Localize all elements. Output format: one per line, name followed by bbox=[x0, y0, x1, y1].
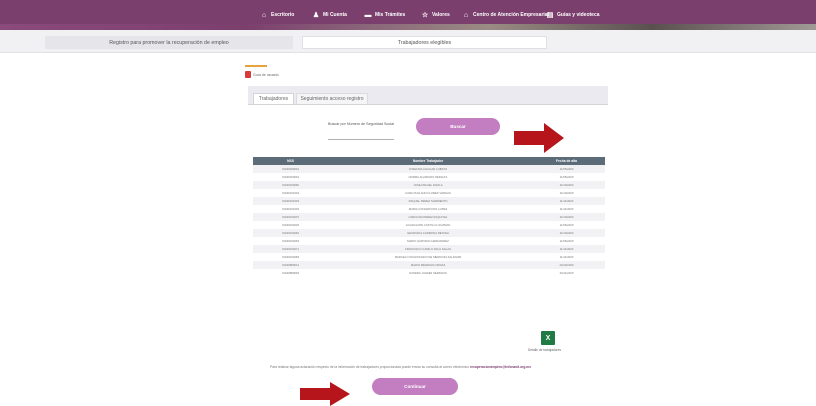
table-header: NSS Nombre Trabajador Fecha de alta bbox=[253, 157, 605, 165]
table-row: 01049180010 JOSEFINA AGUILAR LOBATO 11/05/… bbox=[253, 165, 605, 173]
nav-item-valores[interactable]: ☆ Valores bbox=[421, 9, 450, 21]
disclaimer-text: Para realizar alguna aclaración respecto… bbox=[270, 365, 532, 369]
table-row: 01049150091 NORMA ALVARADO PERALTA 11/05/2… bbox=[253, 173, 605, 181]
home-icon: ⌂ bbox=[261, 11, 267, 19]
table-row: 01049150133 RAQUEL PEREZ SARMIENTO 11/11/2… bbox=[253, 197, 605, 205]
sub-navigation: Registro para promover la recuperación d… bbox=[0, 30, 816, 53]
cell-nss: 01049150134 bbox=[281, 191, 300, 195]
cell-nss: 01049150207 bbox=[281, 215, 300, 219]
nss-search-input[interactable] bbox=[328, 132, 394, 140]
header-nss[interactable]: NSS bbox=[253, 159, 328, 163]
table-row: 01049150146 MARIA CONCEPCION LOPEZ 11/11/2… bbox=[253, 205, 605, 213]
cell-fecha: 11/11/2020 bbox=[559, 247, 574, 251]
cell-fecha: 20/11/2020 bbox=[559, 271, 574, 275]
contact-email-link[interactable]: recuperacionempleo@infonavit.org.mx bbox=[470, 365, 531, 369]
cell-nss: 01049180010 bbox=[281, 167, 300, 171]
cell-nombre: FRANCISCO CAMILO RAUL SALAS bbox=[405, 247, 451, 251]
tab-trabajadores[interactable]: Trabajadores bbox=[253, 93, 294, 104]
cell-nombre: CAROLINA PEREZ ESQUIVEL bbox=[408, 215, 448, 219]
nav-item-centro-atencion[interactable]: ⌂ Centro de Atención Empresarial bbox=[462, 9, 549, 21]
cell-fecha: 11/11/2020 bbox=[559, 207, 574, 211]
star-icon: ☆ bbox=[421, 11, 429, 19]
cell-fecha: 11/10/2020 bbox=[559, 183, 574, 187]
cell-nombre: NORMA ALVARADO PERALTA bbox=[408, 175, 448, 179]
cell-fecha: 11/10/2020 bbox=[559, 215, 574, 219]
cell-fecha: 11/05/2020 bbox=[559, 167, 574, 171]
excel-icon[interactable]: X bbox=[541, 331, 555, 345]
cell-nss: 01049150133 bbox=[281, 199, 300, 203]
cell-nombre: JOSEFINA AGUILAR LOBATO bbox=[408, 167, 448, 171]
table-row: 01049150283 MARCELO MOLDONADO DE MENDOZA … bbox=[253, 253, 605, 261]
cell-fecha: 11/05/2020 bbox=[559, 175, 574, 179]
cell-nombre: MARCELO MOLDONADO DE MENDOZA SALDIVAR bbox=[394, 255, 462, 259]
table-row: 01049150263 MARIO HURTADO HERNANDEZ 11/06/… bbox=[253, 237, 605, 245]
subtab-registro[interactable]: Registro para promover la recuperación d… bbox=[45, 36, 293, 49]
cell-nss: 01049150225 bbox=[281, 223, 300, 227]
nav-item-mi-cuenta[interactable]: ♟ Mi Cuenta bbox=[312, 9, 347, 21]
table-row: 01049880012 MARIO MENDOZA ORDAZ 20/10/2020 bbox=[253, 261, 605, 269]
table-row: 01049150134 CARLOS ELIGIO FLORES VARGAS 11… bbox=[253, 189, 605, 197]
cell-nss: 01049150091 bbox=[281, 175, 300, 179]
excel-download-label[interactable]: Detalle de trabajadores bbox=[528, 348, 561, 352]
table-row: 01049150207 CAROLINA PEREZ ESQUIVEL 11/10/… bbox=[253, 213, 605, 221]
cell-fecha: 11/06/2020 bbox=[559, 239, 574, 243]
workers-table: NSS Nombre Trabajador Fecha de alta 0104… bbox=[253, 157, 605, 277]
cell-fecha: 11/11/2020 bbox=[559, 255, 574, 259]
folder-icon: ▬ bbox=[364, 11, 372, 19]
pdf-icon bbox=[245, 71, 251, 78]
continue-button[interactable]: Continuar bbox=[372, 378, 458, 395]
building-icon: ⌂ bbox=[463, 11, 469, 19]
search-button[interactable]: Buscar bbox=[416, 118, 500, 135]
cell-nss: 01049880093 bbox=[281, 271, 300, 275]
cell-nombre: RAQUEL PEREZ SARMIENTO bbox=[408, 199, 448, 203]
cell-nss: 01049150252 bbox=[281, 231, 300, 235]
arrow-pointer-icon bbox=[514, 123, 564, 153]
header-nombre[interactable]: Nombre Trabajador bbox=[328, 159, 528, 163]
section-accent-line bbox=[245, 65, 267, 67]
cell-nombre: MARIO HURTADO HERNANDEZ bbox=[407, 239, 449, 243]
cell-nss: 01049150263 bbox=[281, 239, 300, 243]
cell-nss: 01049150060 bbox=[281, 183, 300, 187]
book-icon: ▤ bbox=[546, 11, 554, 19]
cell-fecha: 11/10/2020 bbox=[559, 231, 574, 235]
top-navigation-bar: ⌂ Escritorio ♟ Mi Cuenta ▬ Mis Trámites … bbox=[0, 0, 816, 30]
nav-item-guias[interactable]: ▤ Guías y videoteca bbox=[546, 9, 600, 21]
cell-nss: 01049150271 bbox=[281, 247, 300, 251]
nav-item-mis-tramites[interactable]: ▬ Mis Trámites bbox=[364, 9, 406, 21]
user-guide-link[interactable]: Guía de usuario bbox=[245, 71, 279, 78]
cell-nss: 01049150283 bbox=[281, 255, 300, 259]
table-row: 01049880093 SANDRA JUAREZ SERRANO 20/11/20… bbox=[253, 269, 605, 277]
subtab-trabajadores-elegibles[interactable]: Trabajadores elegibles bbox=[302, 36, 547, 49]
header-fecha[interactable]: Fecha de alta bbox=[528, 159, 605, 163]
table-row: 01049150060 JOSE MIGUEL DAVILA 11/10/2020 bbox=[253, 181, 605, 189]
cell-nss: 01049880012 bbox=[281, 263, 300, 267]
table-row: 01049150271 FRANCISCO CAMILO RAUL SALAS 11… bbox=[253, 245, 605, 253]
table-body: 01049180010 JOSEFINA AGUILAR LOBATO 11/05/… bbox=[253, 165, 605, 277]
cell-fecha: 11/11/2020 bbox=[559, 199, 574, 203]
cell-nombre: MARIO MENDOZA ORDAZ bbox=[410, 263, 446, 267]
cell-fecha: 11/06/2020 bbox=[559, 223, 574, 227]
search-label: Buscar por Número de Seguridad Social bbox=[328, 122, 395, 126]
cell-nombre: GUADALUPE CASTILLO GUZMAN bbox=[405, 223, 451, 227]
cell-nombre: GEORGINA CARMONA RETANA bbox=[407, 231, 449, 235]
table-row: 01049150225 GUADALUPE CASTILLO GUZMAN 11/0… bbox=[253, 221, 605, 229]
nav-item-escritorio[interactable]: ⌂ Escritorio bbox=[260, 9, 294, 21]
cell-nombre: MARIA CONCEPCION LOPEZ bbox=[408, 207, 448, 211]
cell-fecha: 11/10/2020 bbox=[559, 191, 574, 195]
cell-fecha: 20/10/2020 bbox=[559, 263, 574, 267]
table-row: 01049150252 GEORGINA CARMONA RETANA 11/10/… bbox=[253, 229, 605, 237]
cell-nombre: JOSE MIGUEL DAVILA bbox=[413, 183, 443, 187]
tab-strip: Trabajadores Seguimiento acceso registro bbox=[248, 86, 608, 104]
cell-nss: 01049150146 bbox=[281, 207, 300, 211]
user-icon: ♟ bbox=[312, 11, 320, 19]
cell-nombre: CARLOS ELIGIO FLORES VARGAS bbox=[405, 191, 451, 195]
cell-nombre: SANDRA JUAREZ SERRANO bbox=[409, 271, 447, 275]
workers-panel: Trabajadores Seguimiento acceso registro… bbox=[248, 86, 608, 352]
arrow-pointer-icon bbox=[300, 382, 350, 406]
tab-divider bbox=[248, 104, 608, 105]
tab-seguimiento[interactable]: Seguimiento acceso registro bbox=[296, 93, 368, 104]
